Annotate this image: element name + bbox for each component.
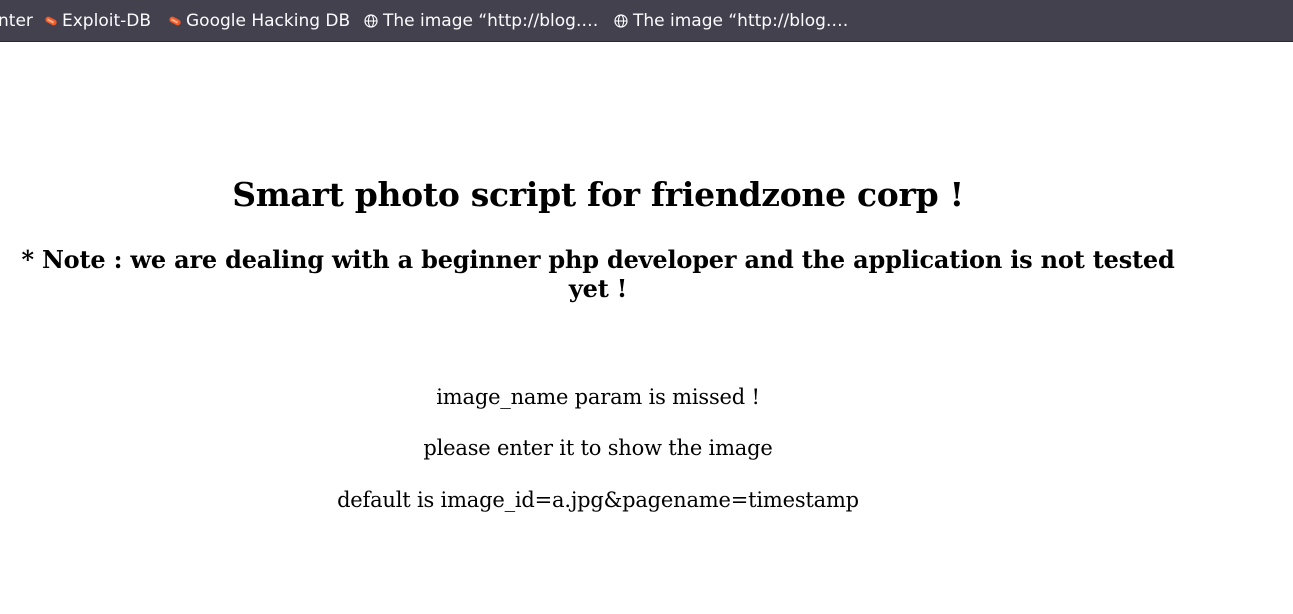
bookmark-image-blog-1[interactable]: The image “http://blog.… [364, 0, 599, 41]
bookmark-google-hacking-db[interactable]: Google Hacking DB [169, 0, 351, 41]
bookmark-item[interactable]: nter [0, 0, 33, 41]
bookmark-image-blog-2[interactable]: The image “http://blog.… [614, 0, 849, 41]
error-message: image_name param is missed ! [436, 385, 760, 409]
bookmark-exploit-db[interactable]: Exploit-DB [45, 0, 151, 41]
bookmark-label: Google Hacking DB [186, 11, 351, 31]
developer-note: * Note : we are dealing with a beginner … [21, 245, 1175, 303]
exploit-db-icon [45, 17, 57, 25]
exploit-db-icon [169, 17, 181, 25]
bookmark-label: The image “http://blog.… [383, 11, 599, 31]
instruction-message: please enter it to show the image [423, 436, 773, 460]
page-content: Smart photo script for friendzone corp !… [0, 42, 1293, 614]
bookmark-label: nter [0, 11, 33, 31]
globe-icon [614, 14, 628, 28]
bookmark-label: The image “http://blog.… [633, 11, 849, 31]
default-params-message: default is image_id=a.jpg&pagename=times… [337, 488, 859, 512]
globe-icon [364, 14, 378, 28]
bookmark-label: Exploit-DB [62, 11, 151, 31]
page-title: Smart photo script for friendzone corp ! [232, 175, 964, 214]
bookmarks-toolbar: nter Exploit-DB Google Hacking DB The im… [0, 0, 1293, 42]
